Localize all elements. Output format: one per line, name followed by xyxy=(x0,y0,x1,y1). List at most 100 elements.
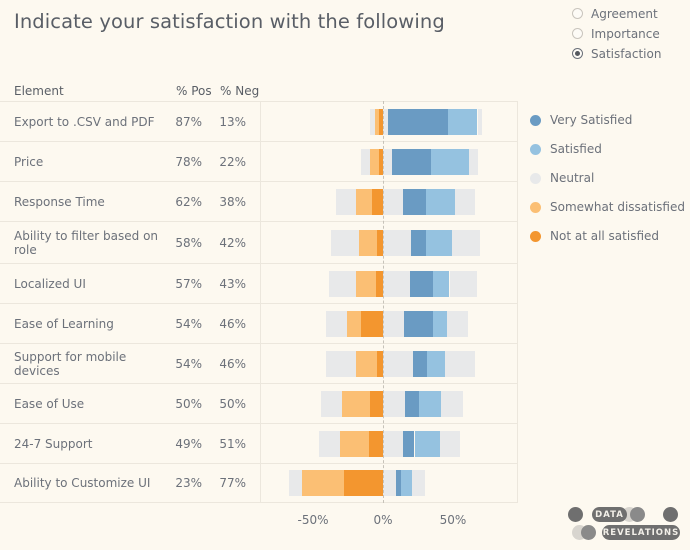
radio-unselected-icon[interactable] xyxy=(572,28,583,39)
diverging-stacked-bar[interactable] xyxy=(260,430,518,457)
bar-segment[interactable] xyxy=(369,108,375,135)
table-row[interactable]: 24-7 Support 49% 51% xyxy=(0,423,518,463)
bar-segment[interactable] xyxy=(431,148,470,175)
bar-segment[interactable] xyxy=(374,108,379,135)
bar-segment[interactable] xyxy=(325,310,347,337)
bar-segment[interactable] xyxy=(413,350,428,377)
dimension-radio-group[interactable]: Agreement Importance Satisfaction xyxy=(572,5,661,65)
bar-segment[interactable] xyxy=(301,470,344,496)
row-pct-pos: 78% xyxy=(175,154,202,169)
radio-option-agreement[interactable]: Agreement xyxy=(572,5,661,22)
bar-segment[interactable] xyxy=(356,270,376,297)
bar-segment[interactable] xyxy=(289,470,302,496)
bar-segment[interactable] xyxy=(319,430,340,457)
radio-option-importance[interactable]: Importance xyxy=(572,25,661,42)
diverging-stacked-bar[interactable] xyxy=(260,310,518,337)
table-row[interactable]: Price 78% 22% xyxy=(0,141,518,181)
legend-item[interactable]: Somewhat dissatisfied xyxy=(530,199,685,215)
bar-segment[interactable] xyxy=(320,390,343,417)
legend-swatch-icon xyxy=(530,114,541,126)
table-row[interactable]: Ease of Learning 54% 46% xyxy=(0,303,518,343)
table-row[interactable]: Export to .CSV and PDF 87% 13% xyxy=(0,101,518,141)
diverging-stacked-bar[interactable] xyxy=(260,350,518,377)
bar-segment[interactable] xyxy=(339,430,369,457)
bar-segment[interactable] xyxy=(445,350,476,377)
bar-segment[interactable] xyxy=(426,229,452,256)
diverging-stacked-bar[interactable] xyxy=(260,470,518,496)
bar-segment[interactable] xyxy=(414,430,440,457)
bar-segment[interactable] xyxy=(346,310,361,337)
table-row[interactable]: Ability to Customize UI 23% 77% xyxy=(0,463,518,503)
bar-segment[interactable] xyxy=(418,390,442,417)
bar-segment[interactable] xyxy=(356,188,372,215)
radio-unselected-icon[interactable] xyxy=(572,8,583,19)
table-row[interactable]: Support for mobile devices 54% 46% xyxy=(0,343,518,383)
legend-item[interactable]: Satisfied xyxy=(530,141,685,157)
bar-segment[interactable] xyxy=(359,229,378,256)
row-pct-neg: 42% xyxy=(219,235,246,250)
table-row[interactable]: Ease of Use 50% 50% xyxy=(0,383,518,423)
bar-segment[interactable] xyxy=(455,188,476,215)
row-bar-area xyxy=(260,222,518,263)
bar-segment[interactable] xyxy=(370,148,379,175)
diverging-stacked-bar[interactable] xyxy=(260,229,518,256)
bar-segment[interactable] xyxy=(441,390,463,417)
bar-segment[interactable] xyxy=(383,350,414,377)
bar-segment[interactable] xyxy=(403,430,415,457)
bar-segment[interactable] xyxy=(361,148,371,175)
bar-segment[interactable] xyxy=(356,350,378,377)
table-row[interactable]: Ability to filter based on role 58% 42% xyxy=(0,221,518,263)
radio-option-satisfaction[interactable]: Satisfaction xyxy=(572,45,661,62)
bar-segment[interactable] xyxy=(383,470,396,496)
bar-segment[interactable] xyxy=(433,310,448,337)
bar-segment[interactable] xyxy=(403,188,426,215)
bar-segment[interactable] xyxy=(369,430,383,457)
bar-segment[interactable] xyxy=(410,270,433,297)
table-row[interactable]: Localized UI 57% 43% xyxy=(0,263,518,303)
bar-segment[interactable] xyxy=(329,270,357,297)
bar-segment[interactable] xyxy=(370,390,383,417)
legend-item[interactable]: Not at all satisfied xyxy=(530,228,685,244)
bar-segment[interactable] xyxy=(387,108,449,135)
bar-segment[interactable] xyxy=(383,270,411,297)
bar-segment[interactable] xyxy=(371,188,383,215)
bar-segment[interactable] xyxy=(411,229,427,256)
bar-segment[interactable] xyxy=(432,270,450,297)
radio-selected-icon[interactable] xyxy=(572,48,583,59)
bar-segment[interactable] xyxy=(343,470,383,496)
bar-segment[interactable] xyxy=(360,310,383,337)
bar-segment[interactable] xyxy=(401,470,413,496)
bar-segment[interactable] xyxy=(383,430,404,457)
legend-item[interactable]: Neutral xyxy=(530,170,685,186)
bar-segment[interactable] xyxy=(383,229,411,256)
bar-segment[interactable] xyxy=(404,310,434,337)
diverging-stacked-bar[interactable] xyxy=(260,108,518,135)
bar-segment[interactable] xyxy=(449,270,477,297)
bar-segment[interactable] xyxy=(427,350,446,377)
bar-segment[interactable] xyxy=(404,390,419,417)
bar-segment[interactable] xyxy=(383,310,404,337)
bar-segment[interactable] xyxy=(383,390,405,417)
bar-segment[interactable] xyxy=(447,310,469,337)
bar-segment[interactable] xyxy=(412,470,425,496)
bar-segment[interactable] xyxy=(392,148,432,175)
bar-segment[interactable] xyxy=(336,188,357,215)
bar-segment[interactable] xyxy=(425,188,456,215)
bar-segment[interactable] xyxy=(326,350,357,377)
bar-segment[interactable] xyxy=(331,229,360,256)
bar-segment[interactable] xyxy=(342,390,371,417)
diverging-stacked-bar[interactable] xyxy=(260,390,518,417)
bar-segment[interactable] xyxy=(376,270,383,297)
table-row[interactable]: Response Time 62% 38% xyxy=(0,181,518,221)
legend-item[interactable]: Very Satisfied xyxy=(530,112,685,128)
bar-segment[interactable] xyxy=(383,148,393,175)
diverging-stacked-bar[interactable] xyxy=(260,188,518,215)
diverging-stacked-bar[interactable] xyxy=(260,148,518,175)
bar-segment[interactable] xyxy=(448,108,478,135)
bar-segment[interactable] xyxy=(383,188,404,215)
bar-segment[interactable] xyxy=(477,108,483,135)
bar-segment[interactable] xyxy=(439,430,460,457)
diverging-stacked-bar[interactable] xyxy=(260,270,518,297)
bar-segment[interactable] xyxy=(451,229,480,256)
bar-segment[interactable] xyxy=(469,148,479,175)
